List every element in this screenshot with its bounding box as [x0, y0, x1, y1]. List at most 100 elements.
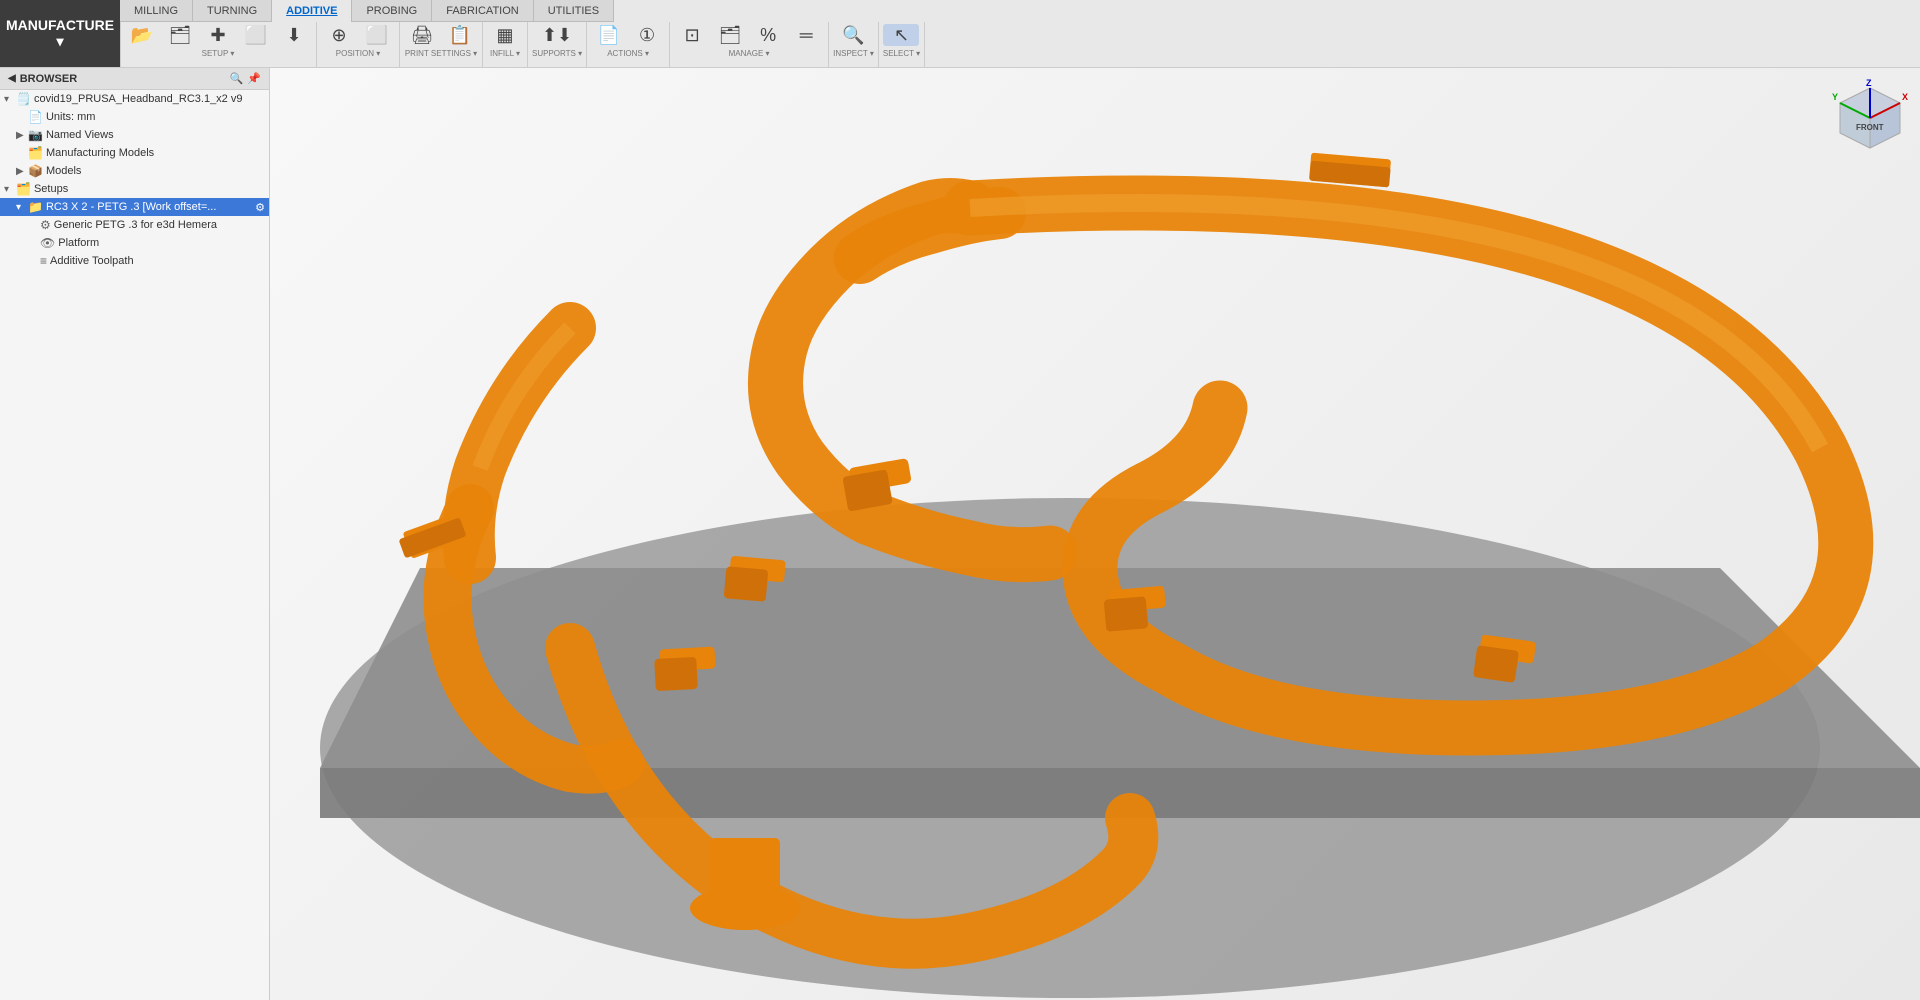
toolbar-btn-setup-4[interactable]: ⬇: [276, 24, 312, 46]
browser-search-icon[interactable]: 🔍: [230, 72, 244, 85]
left-panel: ◀ BROWSER 🔍 📌 ▾ 🗒️ covid19_PRUSA_Headban…: [0, 68, 270, 1000]
svg-text:Z: Z: [1866, 78, 1872, 88]
root-arrow: ▾: [4, 94, 16, 105]
mfg-models-icon: 🗂️: [28, 146, 43, 160]
toolbar-icons-row: 📂 🗂 ✚ ⬜ ⬇ SETUP ▾ ⊕ ⬜ POSITION ▾ 🖨 📋 PRINT SETTINGS…: [120, 22, 1920, 68]
platform-label: Platform: [58, 237, 99, 249]
3d-scene: [270, 68, 1920, 1000]
toolpath-label: Additive Toolpath: [50, 255, 134, 267]
svg-text:Y: Y: [1832, 92, 1838, 102]
toolbar-group-inspect: 🔍INSPECT ▾: [829, 22, 879, 68]
setup-icon-1: 🗂: [169, 26, 192, 44]
svg-text:X: X: [1902, 92, 1908, 102]
models-arrow: ▶: [16, 166, 28, 177]
tree-models[interactable]: ▶ 📦 Models: [0, 162, 269, 180]
toolbar-btn-infill-0[interactable]: ▦: [487, 24, 523, 46]
toolbar-btn-actions-0[interactable]: 📄: [591, 24, 627, 46]
print-settings-icon-0: 🖨: [411, 26, 434, 44]
select-label: SELECT ▾: [883, 49, 920, 58]
rc3-folder-icon: 📁: [28, 200, 43, 214]
browser-collapse-icon[interactable]: ◀: [8, 73, 16, 84]
root-icon: 🗒️: [16, 92, 31, 106]
toolbar-btn-inspect-0[interactable]: 🔍: [835, 24, 871, 46]
setup-icon-3: ⬜: [245, 26, 267, 44]
tree-root[interactable]: ▾ 🗒️ covid19_PRUSA_Headband_RC3.1_x2 v9: [0, 90, 269, 108]
svg-text:FRONT: FRONT: [1856, 123, 1884, 132]
toolbar-group-supports: ⬆⬇SUPPORTS ▾: [528, 22, 587, 68]
select-icon-0: ↖: [894, 26, 909, 44]
toolbar-btn-print-settings-1[interactable]: 📋: [442, 24, 478, 46]
tab-fabrication[interactable]: FABRICATION: [432, 0, 534, 22]
setup-icon-0: 📂: [131, 26, 153, 44]
tab-bar: MILLINGTURNINGADDITIVEPROBINGFABRICATION…: [120, 0, 614, 22]
toolbar-btn-setup-3[interactable]: ⬜: [238, 24, 274, 46]
toolbar-btn-manage-0[interactable]: ⊡: [674, 24, 710, 46]
tree-named-views[interactable]: ▶ 📷 Named Views: [0, 126, 269, 144]
named-views-icon: 📷: [28, 128, 43, 142]
toolbar-btn-position-0[interactable]: ⊕: [321, 24, 357, 46]
viewport[interactable]: X Y Z FRONT: [270, 68, 1920, 1000]
toolbar-btn-setup-1[interactable]: 🗂: [162, 24, 198, 46]
platform-eye-icon: 👁: [40, 236, 55, 250]
toolbar-btn-setup-2[interactable]: ✚: [200, 24, 236, 46]
print-settings-label: PRINT SETTINGS ▾: [405, 49, 477, 58]
models-icon: 📦: [28, 164, 43, 178]
tree-manufacturing-models[interactable]: 🗂️ Manufacturing Models: [0, 144, 269, 162]
toolbar-btn-supports-0[interactable]: ⬆⬇: [537, 24, 577, 46]
infill-icon-0: ▦: [496, 26, 513, 44]
petg-label: Generic PETG .3 for e3d Hemera: [54, 219, 217, 231]
axis-indicator: X Y Z FRONT: [1830, 78, 1910, 158]
supports-icon-0: ⬆⬇: [542, 26, 572, 44]
manage-icon-3: ═: [800, 26, 813, 44]
setups-label: Setups: [34, 183, 68, 195]
tree-additive-toolpath[interactable]: ≡ Additive Toolpath: [0, 252, 269, 270]
position-label: POSITION ▾: [336, 49, 380, 58]
tab-utilities[interactable]: UTILITIES: [534, 0, 614, 22]
position-icon-1: ⬜: [366, 26, 388, 44]
tree-setups[interactable]: ▾ 🗂️ Setups: [0, 180, 269, 198]
tab-probing[interactable]: PROBING: [352, 0, 432, 22]
rc3-label: RC3 X 2 - PETG .3 [Work offset=...: [46, 201, 251, 213]
browser-pin-icon[interactable]: 📌: [247, 72, 261, 85]
named-views-arrow: ▶: [16, 130, 28, 141]
setup-icon-2: ✚: [210, 26, 225, 44]
actions-icon-0: 📄: [598, 26, 620, 44]
tree-platform[interactable]: 👁 Platform: [0, 234, 269, 252]
mfg-models-label: Manufacturing Models: [46, 147, 154, 159]
tree-container: ▾ 🗒️ covid19_PRUSA_Headband_RC3.1_x2 v9 …: [0, 90, 269, 270]
toolbar-group-select: ↖ SELECT ▾: [879, 22, 925, 68]
setup-label: SETUP ▾: [202, 49, 235, 58]
toolbar-btn-position-1[interactable]: ⬜: [359, 24, 395, 46]
toolbar-group-print-settings: 🖨 📋 PRINT SETTINGS ▾: [400, 22, 483, 68]
tab-turning[interactable]: TURNING: [193, 0, 272, 22]
toolbar-group-actions: 📄①ACTIONS ▾: [587, 22, 670, 68]
toolbar-btn-setup-0[interactable]: 📂: [124, 24, 160, 46]
toolbar-btn-manage-1[interactable]: 🗂: [712, 24, 748, 46]
infill-label: INFILL ▾: [490, 49, 520, 58]
toolbar-group-manage: ⊡🗂%═MANAGE ▾: [670, 22, 829, 68]
tree-generic-petg[interactable]: ⚙ Generic PETG .3 for e3d Hemera: [0, 216, 269, 234]
tree-rc3-setup[interactable]: ▾ 📁 RC3 X 2 - PETG .3 [Work offset=... ⚙: [0, 198, 269, 216]
browser-header: ◀ BROWSER 🔍 📌: [0, 68, 269, 90]
toolbar-group-infill: ▦ INFILL ▾: [483, 22, 528, 68]
toolbar-group-setup: 📂 🗂 ✚ ⬜ ⬇ SETUP ▾: [120, 22, 317, 68]
toolbar-btn-select-0[interactable]: ↖: [883, 24, 919, 46]
named-views-label: Named Views: [46, 129, 114, 141]
toolbar-group-position: ⊕ ⬜ POSITION ▾: [317, 22, 400, 68]
tree-units[interactable]: 📄 Units: mm: [0, 108, 269, 126]
tab-milling[interactable]: MILLING: [120, 0, 193, 22]
actions-icon-1: ①: [639, 26, 655, 44]
rc3-arrow: ▾: [16, 202, 28, 213]
units-label: Units: mm: [46, 111, 96, 123]
manufacture-label: MANUFACTURE: [6, 17, 114, 33]
toolbar-btn-actions-1[interactable]: ①: [629, 24, 665, 46]
rc3-settings-icon[interactable]: ⚙: [255, 201, 265, 214]
manufacture-button[interactable]: MANUFACTURE ▾: [0, 0, 121, 67]
manage-icon-0: ⊡: [685, 26, 700, 44]
toolbar-btn-manage-2[interactable]: %: [750, 24, 786, 46]
toolbar-btn-manage-3[interactable]: ═: [788, 24, 824, 46]
models-label: Models: [46, 165, 81, 177]
tab-additive[interactable]: ADDITIVE: [272, 0, 352, 22]
manufacture-dropdown: ▾: [57, 33, 64, 50]
toolbar-btn-print-settings-0[interactable]: 🖨: [404, 24, 440, 46]
